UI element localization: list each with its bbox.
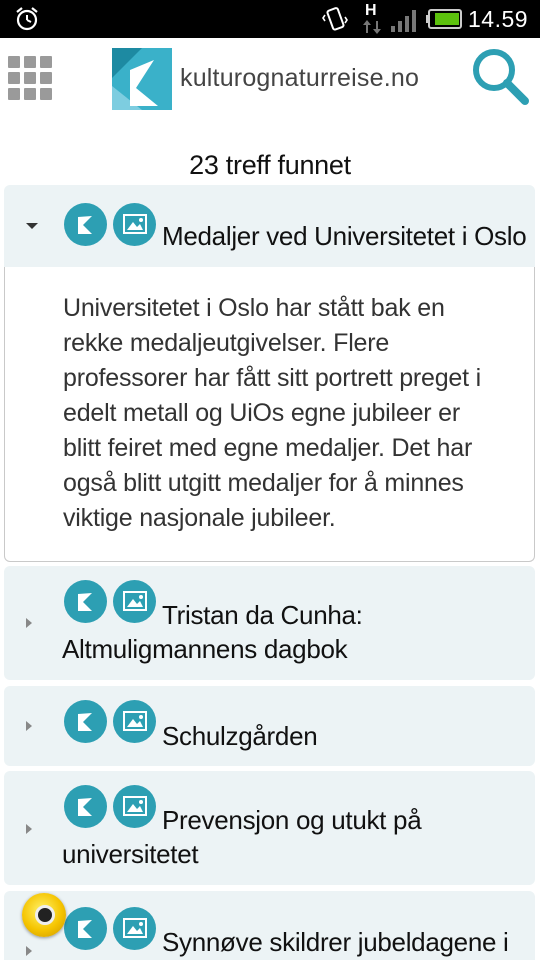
result-title[interactable]: Synnøve skildrer jubeldagene i: [162, 925, 509, 959]
result-item[interactable]: Tristan da Cunha: Altmuligmannens dagbok: [4, 566, 535, 680]
search-icon[interactable]: [470, 46, 530, 106]
app-header: kulturognaturreise.no: [0, 38, 540, 140]
site-name[interactable]: kulturognaturreise.no: [180, 64, 419, 93]
result-title[interactable]: Schulzgården: [162, 719, 318, 753]
network-h-icon: H: [360, 2, 384, 34]
network-label: H: [365, 2, 377, 19]
result-item[interactable]: Schulzgården: [4, 686, 535, 766]
kultur-icon: [64, 203, 107, 246]
alarm-icon: [16, 7, 38, 31]
result-title[interactable]: Medaljer ved Universitetet i Oslo: [162, 219, 527, 253]
results-count: 23 treff funnet: [189, 150, 351, 180]
kultur-icon: [64, 580, 107, 623]
kultur-icon: [64, 907, 107, 950]
vibrate-icon: [322, 7, 348, 31]
expand-arrow-icon[interactable]: [26, 618, 32, 628]
expand-arrow-icon[interactable]: [26, 946, 32, 956]
status-time: 14.59: [468, 6, 529, 32]
result-title[interactable]: Tristan da Cunha:: [162, 598, 363, 632]
grid-menu-icon[interactable]: [8, 56, 52, 100]
result-item[interactable]: Prevensjon og utukt på universitetet: [4, 771, 535, 885]
image-icon: [113, 785, 156, 828]
result-item[interactable]: Synnøve skildrer jubeldagene i: [4, 891, 535, 960]
result-description-panel: Universitetet i Oslo har stått bak en re…: [4, 267, 535, 562]
result-description: Universitetet i Oslo har stått bak en re…: [63, 294, 481, 532]
kultur-icon: [64, 785, 107, 828]
image-icon: [113, 203, 156, 246]
result-title[interactable]: Prevensjon og utukt på: [162, 803, 422, 837]
image-icon: [113, 907, 156, 950]
expand-arrow-icon[interactable]: [26, 824, 32, 834]
status-bar: H 14.59: [0, 0, 540, 38]
logo-icon[interactable]: [112, 48, 172, 110]
kultur-icon: [64, 700, 107, 743]
floating-widget-icon[interactable]: [22, 893, 66, 937]
result-item[interactable]: Medaljer ved Universitetet i Oslo: [4, 185, 535, 269]
battery-icon: [426, 9, 462, 29]
result-title-continued[interactable]: universitetet: [62, 837, 199, 871]
expand-arrow-icon[interactable]: [26, 721, 32, 731]
signal-icon: [391, 10, 416, 32]
collapse-arrow-icon[interactable]: [26, 223, 38, 229]
image-icon: [113, 700, 156, 743]
result-title-continued[interactable]: Altmuligmannens dagbok: [62, 632, 348, 666]
image-icon: [113, 580, 156, 623]
